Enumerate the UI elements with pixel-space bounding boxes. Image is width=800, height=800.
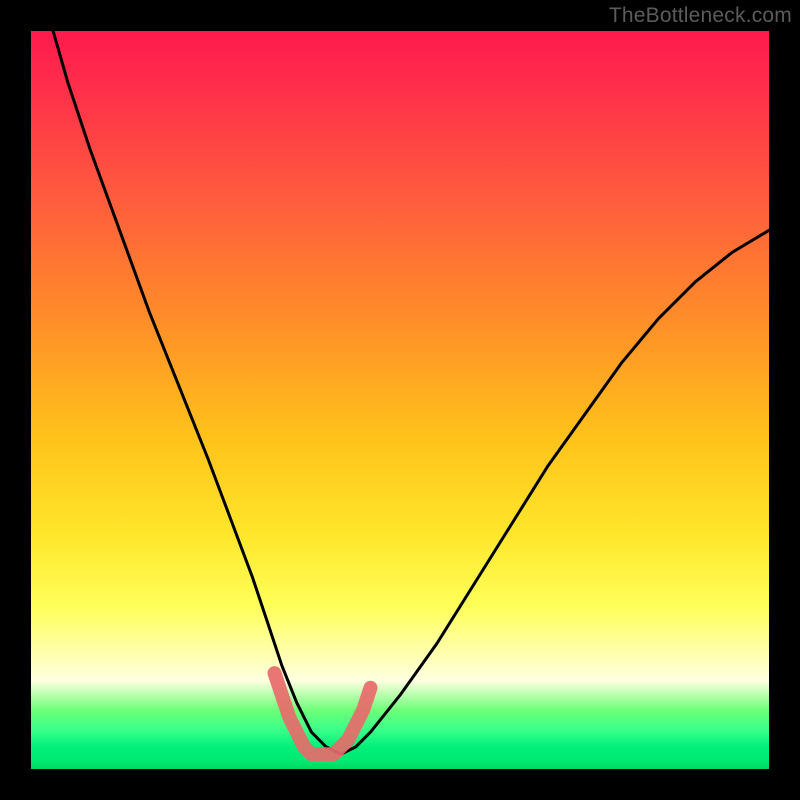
- plot-area: [31, 31, 769, 769]
- curve-layer: [31, 31, 769, 769]
- chart-frame: TheBottleneck.com: [0, 0, 800, 800]
- watermark-text: TheBottleneck.com: [609, 4, 792, 28]
- bottleneck-curve: [53, 31, 769, 754]
